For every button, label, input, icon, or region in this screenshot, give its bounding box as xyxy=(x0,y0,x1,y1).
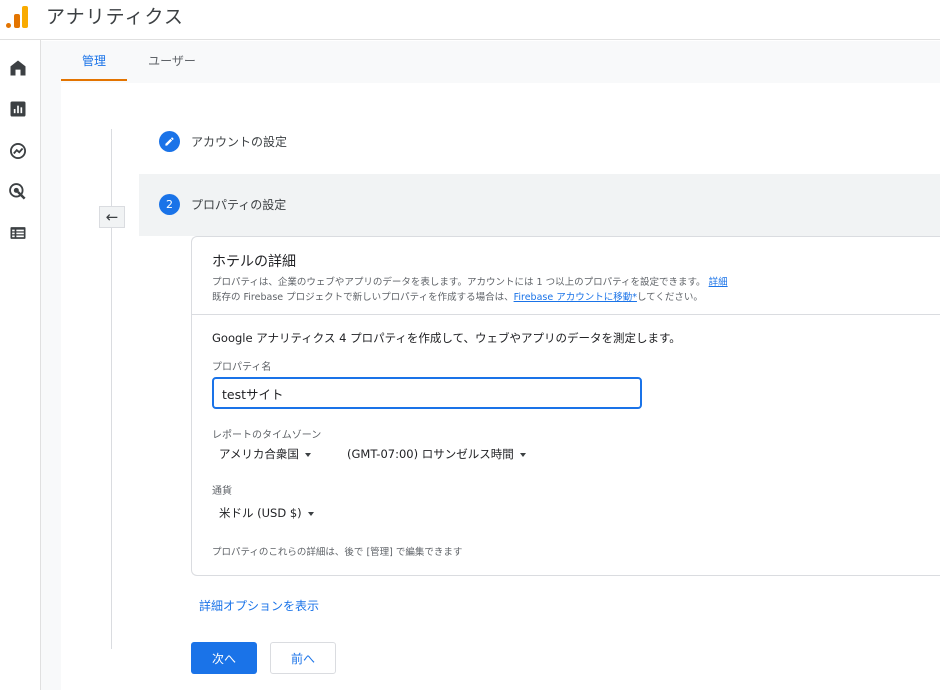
caret-down-icon xyxy=(304,452,311,457)
learn-more-link[interactable]: 詳細 xyxy=(709,277,728,288)
country-dropdown[interactable]: アメリカ合衆国 xyxy=(219,446,311,462)
home-icon[interactable] xyxy=(8,58,28,78)
advertising-icon[interactable] xyxy=(8,182,28,202)
workspace: 管理 ユーザー ← アカウントの設定 2 プロパティの設定 ホテルの詳細 プロパ… xyxy=(41,41,940,690)
tab-user[interactable]: ユーザー xyxy=(137,41,207,81)
currency-dropdown[interactable]: 米ドル (USD $) xyxy=(219,505,314,521)
tab-admin[interactable]: 管理 xyxy=(61,41,127,81)
step-number-badge: 2 xyxy=(159,194,180,215)
card-header: ホテルの詳細 プロパティは、企業のウェブやアプリのデータを表します。アカウントに… xyxy=(192,237,940,315)
arrow-left-icon: ← xyxy=(105,208,119,226)
tab-bar: 管理 ユーザー xyxy=(41,41,940,81)
description-line-2: 既存の Firebase プロジェクトで新しいプロパティを作成する場合は、Fir… xyxy=(212,292,703,303)
property-details-card: ホテルの詳細 プロパティは、企業のウェブやアプリのデータを表します。アカウントに… xyxy=(191,236,940,576)
configure-icon[interactable] xyxy=(8,223,28,243)
reports-icon[interactable] xyxy=(8,99,28,119)
card-title: ホテルの詳細 xyxy=(212,254,296,270)
explore-icon[interactable] xyxy=(8,141,28,161)
left-nav xyxy=(0,40,41,690)
caret-down-icon xyxy=(307,511,314,516)
analytics-logo-icon[interactable] xyxy=(6,4,30,28)
description-line-1: プロパティは、企業のウェブやアプリのデータを表します。アカウントには 1 つ以上… xyxy=(212,277,728,288)
step-property-label: プロパティの設定 xyxy=(191,198,287,212)
edit-later-note: プロパティのこれらの詳細は、後で [管理] で編集できます xyxy=(212,547,463,558)
next-button[interactable]: 次へ xyxy=(191,642,257,674)
show-advanced-options-link[interactable]: 詳細オプションを表示 xyxy=(199,597,319,614)
firebase-account-link[interactable]: Firebase アカウントに移動* xyxy=(514,292,637,303)
previous-button[interactable]: 前へ xyxy=(270,642,336,674)
setup-panel: ← アカウントの設定 2 プロパティの設定 ホテルの詳細 プロパティは、企業のウ… xyxy=(61,83,940,690)
currency-label: 通貨 xyxy=(212,486,232,497)
timezone-dropdown[interactable]: (GMT-07:00) ロサンゼルス時間 xyxy=(347,446,526,462)
pencil-icon xyxy=(159,131,180,152)
property-name-input[interactable] xyxy=(212,377,642,409)
step-account-label: アカウントの設定 xyxy=(191,135,288,149)
step-property-setup: 2 プロパティの設定 xyxy=(139,174,940,236)
intro-text: Google アナリティクス 4 プロパティを作成して、ウェブやアプリのデータを… xyxy=(212,331,681,345)
app-title: アナリティクス xyxy=(46,6,184,28)
top-bar: アナリティクス xyxy=(0,0,940,40)
timezone-label: レポートのタイムゾーン xyxy=(212,430,322,441)
property-name-label: プロパティ名 xyxy=(212,362,272,373)
back-arrow-button[interactable]: ← xyxy=(99,206,125,228)
caret-down-icon xyxy=(519,452,526,457)
